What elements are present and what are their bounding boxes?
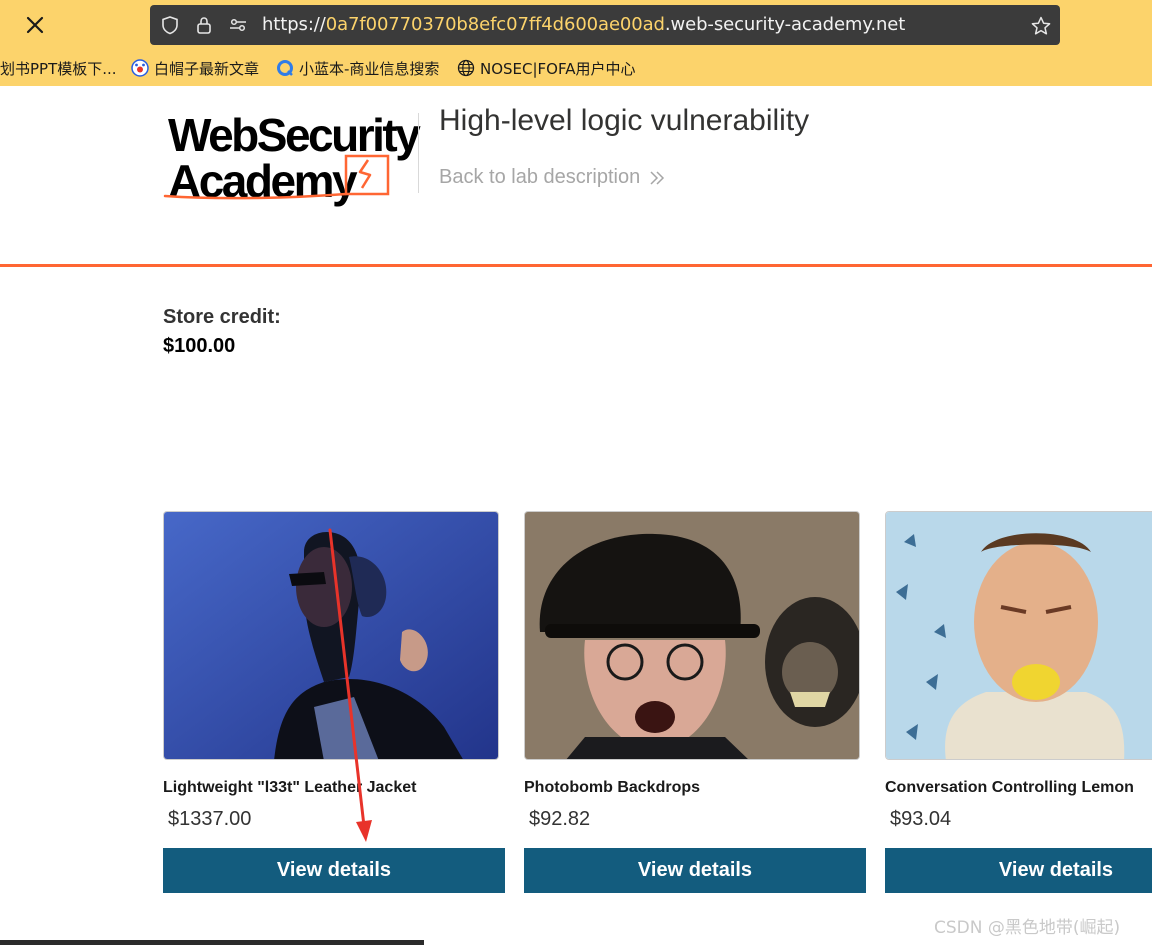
bookmark-label: 白帽子最新文章 — [154, 59, 260, 78]
url-scheme: https:// — [262, 14, 326, 35]
bookmark-star-icon[interactable] — [1030, 15, 1052, 37]
bookmark-label: 划书PPT模板下... — [0, 59, 117, 78]
header-separator — [418, 113, 419, 193]
web-security-academy-logo[interactable]: WebSecurity Academy — [163, 108, 421, 208]
product-price: $92.82 — [529, 808, 591, 830]
bookmark-item[interactable]: NOSEC|FOFA用户中心 — [457, 56, 636, 80]
view-details-button[interactable]: View details — [885, 848, 1152, 893]
product-name: Lightweight "l33t" Leather Jacket — [163, 779, 417, 796]
product-image-lemon[interactable] — [885, 511, 1152, 760]
product-image-photobomb[interactable] — [524, 511, 860, 760]
bookmark-item[interactable]: 白帽子最新文章 — [131, 56, 259, 80]
url-host-id: 0a7f00770370b8efc07ff4d600ae00ad — [325, 14, 665, 35]
url-domain: .web-security-academy.net — [664, 14, 906, 35]
globe-icon — [457, 59, 475, 77]
taskbar-strip — [0, 940, 424, 945]
view-details-button[interactable]: View details — [163, 848, 505, 893]
bookmark-item[interactable]: 小蓝本-商业信息搜索 — [276, 56, 439, 80]
view-details-button[interactable]: View details — [524, 848, 866, 893]
back-to-lab-link[interactable]: Back to lab description — [439, 166, 666, 189]
bookmark-label: 小蓝本-商业信息搜索 — [299, 59, 440, 78]
bookmark-item[interactable]: 划书PPT模板下... — [0, 56, 117, 80]
product-name: Conversation Controlling Lemon — [885, 779, 1134, 796]
screenshot-root: https://0a7f00770370b8efc07ff4d600ae00ad… — [0, 0, 1152, 945]
logo-lightning-icon — [163, 154, 390, 200]
header-divider — [0, 264, 1152, 267]
close-icon[interactable] — [20, 10, 50, 40]
product-image-jacket[interactable] — [163, 511, 499, 760]
product-price: $1337.00 — [168, 808, 252, 830]
url-text[interactable]: https://0a7f00770370b8efc07ff4d600ae00ad… — [262, 15, 905, 35]
bookmark-label: NOSEC|FOFA用户中心 — [480, 59, 636, 78]
product-card: Lightweight "l33t" Leather Jacket $1337.… — [163, 511, 505, 893]
store-credit-label: Store credit: — [163, 306, 281, 328]
store-credit-value: $100.00 — [163, 335, 236, 357]
product-card: Conversation Controlling Lemon $93.04 Vi… — [885, 511, 1152, 893]
blue-q-icon — [276, 59, 294, 77]
back-link-label: Back to lab description — [439, 166, 641, 188]
bookmarks-bar: 划书PPT模板下... 白帽子最新文章 小蓝本-商业信息搜索 NOSEC|FOF… — [0, 56, 1152, 80]
csdn-watermark: CSDN @黑色地带(崛起) — [934, 918, 1121, 938]
baidu-paw-icon — [131, 59, 149, 77]
address-bar[interactable]: https://0a7f00770370b8efc07ff4d600ae00ad… — [150, 5, 1060, 45]
product-name: Photobomb Backdrops — [524, 779, 701, 796]
product-price: $93.04 — [890, 808, 952, 830]
browser-toolbar: https://0a7f00770370b8efc07ff4d600ae00ad… — [0, 0, 1152, 86]
shield-icon[interactable] — [160, 15, 180, 35]
lab-title: High-level logic vulnerability — [439, 104, 810, 137]
permissions-icon[interactable] — [228, 15, 248, 35]
product-card: Photobomb Backdrops $92.82 View details — [524, 511, 866, 893]
lock-icon[interactable] — [194, 15, 214, 35]
double-chevron-right-icon — [650, 170, 665, 185]
